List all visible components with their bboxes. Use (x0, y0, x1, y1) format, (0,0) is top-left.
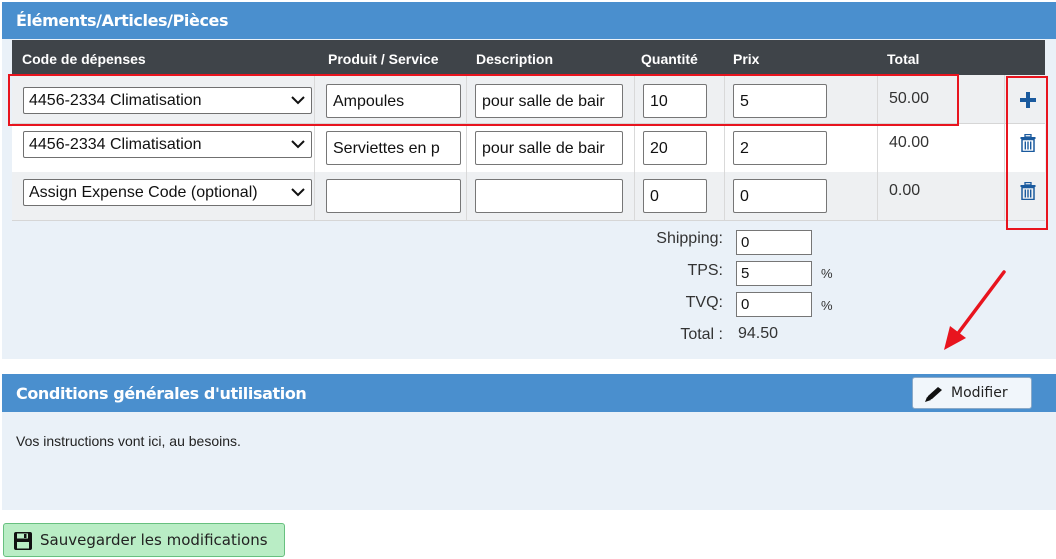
price-input[interactable]: 0 (733, 179, 827, 213)
expense-code-value: 4456-2334 Climatisation (29, 136, 202, 153)
red-arrow-icon (944, 270, 1006, 350)
modify-button[interactable]: Modifier (912, 377, 1032, 409)
save-changes-button[interactable]: Sauvegarder les modifications (3, 523, 285, 557)
items-table-header: Code de dépenses Produit / Service Descr… (12, 40, 1045, 75)
quantity-input[interactable]: 0 (643, 179, 707, 213)
price-input[interactable]: 2 (733, 131, 827, 165)
floppy-disk-icon (14, 532, 32, 550)
annotation-box-first-row (8, 74, 959, 126)
tps-input[interactable]: 5 (736, 261, 812, 286)
row-total: 0.00 (889, 182, 921, 199)
col-header-quantity: Quantité (641, 51, 698, 67)
chevron-down-icon (291, 140, 305, 149)
terms-section-header: Conditions générales d'utilisation (2, 374, 1056, 412)
tvq-label: TVQ: (685, 294, 723, 311)
col-header-product: Produit / Service (328, 51, 439, 67)
quantity-input[interactable]: 20 (643, 131, 707, 165)
grand-total-label: Total : (680, 326, 723, 343)
expense-code-select[interactable]: Assign Expense Code (optional) (23, 179, 312, 206)
tvq-percent: % (821, 298, 833, 313)
tps-percent: % (821, 266, 833, 281)
tps-label: TPS: (687, 262, 723, 279)
chevron-down-icon (291, 188, 305, 197)
tvq-input[interactable]: 0 (736, 292, 812, 317)
row-total: 40.00 (889, 134, 930, 151)
modify-button-label: Modifier (951, 385, 1008, 401)
description-input[interactable] (475, 179, 623, 213)
expense-code-value: Assign Expense Code (optional) (29, 184, 258, 201)
pen-icon (925, 387, 942, 402)
description-input[interactable]: pour salle de bair (475, 131, 623, 165)
items-section-title: Éléments/Articles/Pièces (16, 11, 229, 30)
col-header-total: Total (887, 51, 920, 67)
shipping-input[interactable]: 0 (736, 230, 812, 255)
product-input[interactable] (326, 179, 461, 213)
annotation-box-actions (1006, 76, 1048, 230)
grand-total-value: 94.50 (738, 325, 779, 342)
expense-code-select[interactable]: 4456-2334 Climatisation (23, 131, 312, 158)
shipping-label: Shipping: (656, 230, 723, 247)
terms-section-body (2, 412, 1056, 510)
product-input[interactable]: Serviettes en p (326, 131, 461, 165)
save-button-label: Sauvegarder les modifications (40, 531, 268, 549)
terms-section-title: Conditions générales d'utilisation (16, 384, 307, 403)
terms-text: Vos instructions vont ici, au besoins. (16, 433, 241, 449)
col-header-description: Description (476, 51, 554, 67)
col-header-code: Code de dépenses (22, 51, 146, 67)
items-section-header: Éléments/Articles/Pièces (2, 2, 1056, 39)
col-header-price: Prix (733, 51, 760, 67)
